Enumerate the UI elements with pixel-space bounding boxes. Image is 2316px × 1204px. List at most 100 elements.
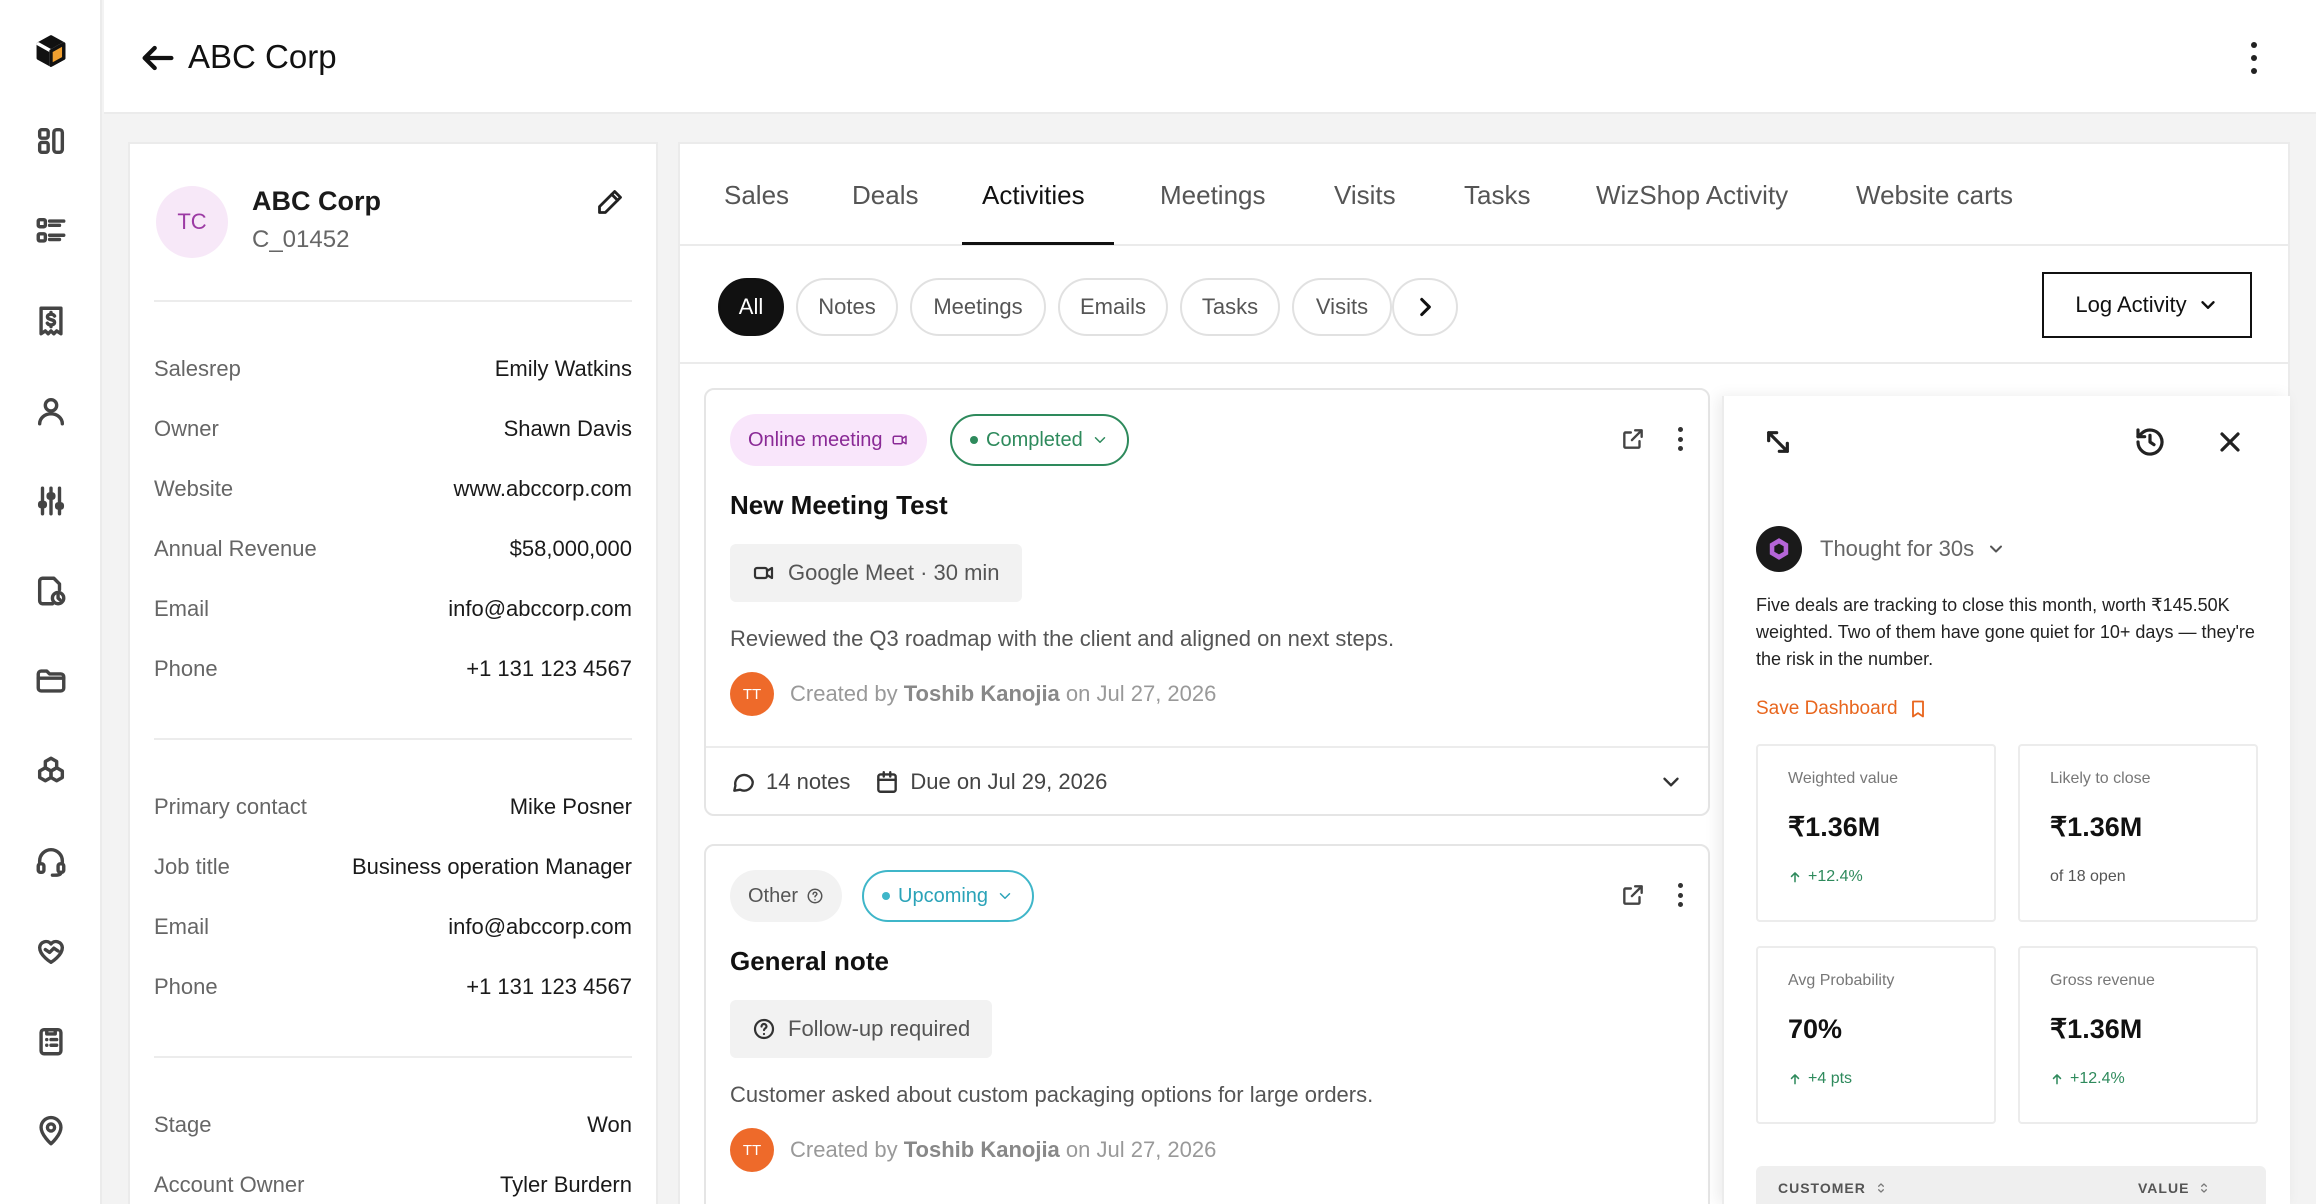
activity-footer: 14 notes Due on Jul 29, 2026	[706, 746, 1708, 816]
activity-description: Reviewed the Q3 roadmap with the client …	[730, 626, 1395, 651]
chevron-down-icon	[999, 893, 1011, 899]
close-icon[interactable]	[2214, 426, 2254, 466]
account-owner-row: Account Owner Tyler Burdern	[154, 1172, 632, 1197]
page-title: ABC Corp	[188, 38, 337, 75]
expand-chevron-icon[interactable]	[1658, 769, 1684, 795]
tab-activities[interactable]: Activities	[982, 180, 1085, 211]
tab-tasks[interactable]: Tasks	[1464, 180, 1530, 211]
chevron-down-icon	[2200, 301, 2215, 309]
activity-card[interactable]: Other Upcoming General note Follow-up re…	[704, 844, 1710, 1204]
more-options-icon[interactable]	[1674, 424, 1686, 454]
metric-card-avg-probability: Avg Probability 70% +4 pts	[1756, 946, 1996, 1124]
tab-visits[interactable]: Visits	[1334, 180, 1396, 211]
dashboard-icon[interactable]	[28, 118, 74, 164]
filter-chip-meetings[interactable]: Meetings	[910, 278, 1046, 336]
filter-chip-notes[interactable]: Notes	[796, 278, 898, 336]
account-avatar: TC	[156, 186, 228, 258]
document-clock-icon[interactable]	[28, 568, 74, 614]
status-dropdown[interactable]: Completed	[950, 414, 1129, 466]
activity-type-tag: Other	[730, 870, 843, 922]
assistant-logo-icon	[1756, 526, 1802, 572]
save-dashboard-button[interactable]: Save Dashboard	[1756, 698, 1928, 720]
detail-row-owner: Owner Shawn Davis	[154, 416, 632, 441]
activity-filter-bar: All Notes Meetings Emails Tasks Visits L…	[680, 246, 2288, 364]
stage-row: Stage Won	[154, 1112, 632, 1137]
divider	[154, 300, 632, 302]
edit-pencil-icon[interactable]	[596, 188, 626, 218]
notes-count[interactable]: 14 notes	[730, 769, 850, 795]
activity-card[interactable]: Online meeting Completed New Meeting Tes…	[704, 388, 1710, 816]
filter-chip-emails[interactable]: Emails	[1058, 278, 1168, 336]
detail-row-email: Email info@abccorp.com	[154, 596, 632, 621]
app-logo-icon[interactable]	[28, 28, 74, 74]
calendar-icon	[877, 771, 898, 793]
more-options-icon[interactable]	[2244, 36, 2264, 80]
folder-icon[interactable]	[28, 658, 74, 704]
clipboard-icon[interactable]	[28, 1018, 74, 1064]
tab-deals[interactable]: Deals	[852, 180, 918, 211]
detail-row-phone: Phone +1 131 123 4567	[154, 656, 632, 681]
contact-row-email: Email info@abccorp.com	[154, 914, 632, 939]
creator-avatar: TT	[730, 672, 774, 716]
column-header-value[interactable]: VALUE	[2138, 1180, 2211, 1196]
activity-title: New Meeting Test	[730, 490, 948, 520]
active-tab-indicator	[962, 242, 1114, 245]
activity-type-tag: Online meeting	[730, 414, 927, 466]
video-icon	[892, 435, 907, 445]
comment-icon	[733, 773, 754, 792]
filter-chip-visits[interactable]: Visits	[1292, 278, 1392, 336]
contact-row-primary-contact: Primary contact Mike Posner	[154, 794, 632, 819]
sort-icon	[2201, 1183, 2208, 1193]
activity-creator: TT Created by Toshib Kanojia on Jul 27, …	[730, 672, 1216, 716]
back-arrow-icon[interactable]	[138, 38, 178, 78]
bookmark-icon	[1911, 700, 1924, 718]
activity-creator: TT Created by Toshib Kanojia on Jul 27, …	[730, 1128, 1216, 1172]
ai-insights-panel: Thought for 30s Five deals are tracking …	[1722, 396, 2290, 1204]
video-icon	[753, 566, 774, 580]
tab-sales[interactable]: Sales	[724, 180, 789, 211]
expand-icon[interactable]	[1762, 426, 1802, 466]
divider	[154, 738, 632, 740]
metric-card-gross-revenue: Gross revenue ₹1.36M +12.4%	[2018, 946, 2258, 1124]
headset-icon[interactable]	[28, 838, 74, 884]
detail-row-website: Website www.abccorp.com	[154, 476, 632, 501]
external-link-icon[interactable]	[1620, 882, 1648, 910]
handshake-heart-icon[interactable]	[28, 928, 74, 974]
chevron-down-icon	[1990, 545, 2003, 553]
help-circle-icon	[753, 1018, 775, 1040]
tab-wizshop-activity[interactable]: WizShop Activity	[1596, 180, 1788, 211]
tab-website-carts[interactable]: Website carts	[1856, 180, 2013, 211]
tab-meetings[interactable]: Meetings	[1160, 180, 1266, 211]
activity-meta: Google Meet · 30 min	[730, 544, 1022, 602]
creator-avatar: TT	[730, 1128, 774, 1172]
external-link-icon[interactable]	[1620, 426, 1648, 454]
due-date: Due on Jul 29, 2026	[874, 769, 1107, 795]
history-icon[interactable]	[2134, 426, 2174, 466]
page-header: ABC Corp	[104, 0, 2316, 114]
metric-card-likely-to-close: Likely to close ₹1.36M of 18 open	[2018, 744, 2258, 922]
detail-row-salesrep: Salesrep Emily Watkins	[154, 356, 632, 381]
sliders-icon[interactable]	[28, 478, 74, 524]
chevron-down-icon	[1094, 437, 1105, 443]
user-icon[interactable]	[28, 388, 74, 434]
activity-title: General note	[730, 946, 889, 976]
account-code: C_01452	[252, 226, 350, 253]
account-name: ABC Corp	[252, 186, 381, 216]
detail-row-annual-revenue: Annual Revenue $58,000,000	[154, 536, 632, 561]
boxes-icon[interactable]	[28, 748, 74, 794]
column-header-customer[interactable]: CUSTOMER	[1778, 1180, 1888, 1196]
ai-summary-text: Five deals are tracking to close this mo…	[1756, 595, 2255, 669]
invoice-icon[interactable]	[28, 298, 74, 344]
log-activity-button[interactable]: Log Activity	[2042, 272, 2252, 338]
more-options-icon[interactable]	[1674, 880, 1686, 910]
arrow-up-icon	[2052, 1074, 2062, 1085]
thought-toggle[interactable]: Thought for 30s	[1820, 536, 2006, 562]
location-pin-icon[interactable]	[28, 1108, 74, 1154]
chevron-right-icon[interactable]	[1392, 278, 1458, 336]
list-icon[interactable]	[28, 208, 74, 254]
status-dropdown[interactable]: Upcoming	[862, 870, 1035, 922]
sort-icon	[1877, 1183, 1884, 1193]
filter-chip-all[interactable]: All	[718, 278, 784, 336]
filter-chip-tasks[interactable]: Tasks	[1180, 278, 1280, 336]
deals-table-header: CUSTOMER VALUE	[1756, 1166, 2266, 1204]
